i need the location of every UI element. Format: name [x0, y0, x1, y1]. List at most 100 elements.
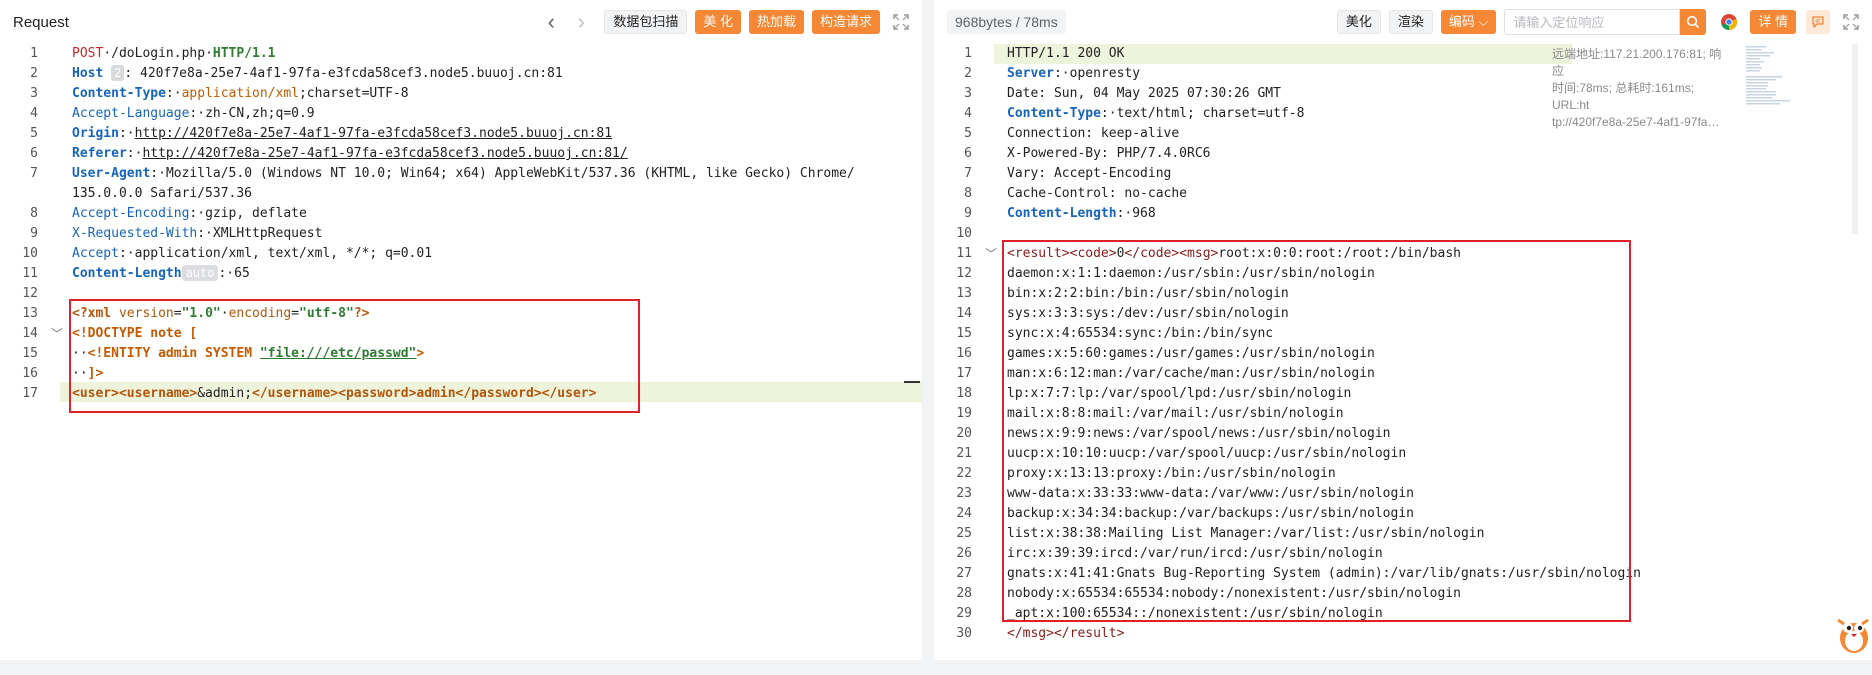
passwd-line: uucp:x:10:10:uucp:/var/spool/uucp:/usr/s…: [1007, 446, 1407, 461]
line-number: 8: [964, 186, 972, 201]
passwd-line: lp:x:7:7:lp:/var/spool/lpd:/usr/sbin/nol…: [1007, 386, 1352, 401]
passwd-line: daemon:x:1:1:daemon:/usr/sbin:/usr/sbin/…: [1007, 266, 1375, 281]
line-number: 5: [30, 126, 38, 141]
bottom-status-strip: [0, 660, 1872, 675]
code-line: Date: Sun, 04 May 2025 07:30:26 GMT: [1007, 86, 1281, 101]
code-line: Content-Length auto:·65: [72, 265, 250, 281]
xml-tag: <code>: [1069, 246, 1117, 261]
code-line: Content-Type:·application/xml;charset=UT…: [72, 86, 409, 101]
request-path: /doLogin.php: [111, 46, 206, 61]
comment-button[interactable]: [1806, 10, 1830, 34]
packet-scan-button[interactable]: 数据包扫描: [604, 10, 688, 34]
code-line: HTTP/1.1 200 OK: [1007, 46, 1125, 61]
line-number: 1: [30, 46, 38, 61]
passwd-line: bin:x:2:2:bin:/bin:/usr/sbin/nologin: [1007, 286, 1289, 301]
code-line: <user><username>&admin;</username><passw…: [72, 384, 596, 404]
meta-line: 时间:78ms; 总耗时:161ms; URL:ht: [1552, 81, 1695, 112]
fold-chevron-icon[interactable]: ﹀: [985, 244, 997, 264]
line-number: 4: [30, 106, 38, 121]
hotload-button[interactable]: 热加载: [748, 10, 804, 34]
meta-line: 远端地址:117.21.200.176:81; 响应: [1552, 47, 1722, 78]
origin-link[interactable]: http://420f7e8a-25e7-4af1-97fa-e3fcda58c…: [135, 126, 612, 141]
detail-button[interactable]: 详 情: [1750, 10, 1796, 34]
line-number: 6: [30, 146, 38, 161]
line-number: 14: [956, 306, 972, 321]
response-beautify-button[interactable]: 美化: [1336, 10, 1381, 34]
panel-divider[interactable]: [922, 0, 934, 660]
line-number: 13: [22, 306, 38, 321]
line-number: 3: [964, 86, 972, 101]
xml-decl-close: ?>: [353, 306, 370, 321]
line-number: 12: [956, 266, 972, 281]
code-minimap[interactable]: [1746, 46, 1834, 106]
search-icon: [1687, 15, 1700, 29]
code-line: Connection: keep-alive: [1007, 126, 1180, 141]
line-number: 2: [30, 66, 38, 81]
header-name: Content-Length: [72, 266, 182, 281]
line-number: 7: [30, 166, 38, 181]
xml-attr-value: "1.0": [181, 306, 221, 321]
line-number: 18: [956, 386, 972, 401]
referer-link[interactable]: http://420f7e8a-25e7-4af1-97fa-e3fcda58c…: [142, 146, 627, 161]
header-name: User-Agent: [72, 166, 151, 181]
passwd-line: list:x:38:38:Mailing List Manager:/var/l…: [1007, 526, 1485, 541]
line-number: 29: [956, 606, 972, 621]
back-arrow-icon[interactable]: ‹: [536, 11, 566, 33]
xml-tag: </msg></result>: [1007, 626, 1125, 641]
fold-chevron-icon[interactable]: ﹀: [51, 324, 63, 344]
line-number: 16: [956, 346, 972, 361]
line-number: 11: [956, 246, 972, 261]
line-number: 2: [964, 66, 972, 81]
encoding-dropdown[interactable]: 编码 ⌵: [1440, 10, 1497, 34]
code-line: 135.0.0.0 Safari/537.36: [72, 184, 252, 204]
passwd-line: news:x:9:9:news:/var/spool/news:/usr/sbi…: [1007, 426, 1391, 441]
construct-request-button[interactable]: 构造请求: [811, 10, 880, 34]
search-button[interactable]: [1680, 9, 1707, 35]
code-line: Host 2: 420f7e8a-25e7-4af1-97fa-e3fcda58…: [72, 65, 563, 81]
response-meta-info: 远端地址:117.21.200.176:81; 响应 时间:78ms; 总耗时:…: [1552, 46, 1727, 131]
mascot-icon[interactable]: [1834, 610, 1872, 656]
line-number: 20: [956, 426, 972, 441]
response-toolbar: 968bytes / 78ms 美化 渲染 编码 ⌵ 详 情: [934, 0, 1872, 44]
passwd-line: _apt:x:100:65534::/nonexistent:/usr/sbin…: [1007, 606, 1383, 621]
doctype-close: ]>: [87, 366, 104, 381]
passwd-line: backup:x:34:34:backup:/var/backups:/usr/…: [1007, 506, 1414, 521]
entity-reference: &admin;: [197, 386, 253, 401]
passwd-line: proxy:x:13:13:proxy:/bin:/usr/sbin/nolog…: [1007, 466, 1336, 481]
passwd-line: man:x:6:12:man:/var/cache/man:/usr/sbin/…: [1007, 366, 1375, 381]
header-value: XMLHttpRequest: [212, 226, 323, 241]
request-editor[interactable]: 1 POST·/doLogin.php·HTTP/1.1 2 Host 2: 420…: [0, 44, 922, 660]
code-line: <!DOCTYPE note [: [72, 324, 197, 344]
header-name: Origin: [72, 126, 119, 141]
fullscreen-icon[interactable]: [890, 11, 912, 33]
line-number: 1: [964, 46, 972, 61]
line-number: 25: [956, 526, 972, 541]
passwd-line: www-data:x:33:33:www-data:/var/www:/usr/…: [1007, 486, 1414, 501]
header-name: Accept-Language: [72, 106, 190, 121]
code-line: <?xml version="1.0"·encoding="utf-8"?>: [72, 306, 370, 321]
xml-decl-open: <?xml: [72, 306, 119, 321]
passwd-line: root:x:0:0:root:/root:/bin/bash: [1218, 246, 1461, 261]
response-scrollbar[interactable]: [1852, 44, 1858, 234]
response-editor[interactable]: 1 HTTP/1.1 200 OK 2 Server:·openresty 3 Dat…: [934, 44, 1872, 660]
xml-attr-value: "utf-8": [299, 306, 354, 321]
chrome-icon[interactable]: [1720, 13, 1738, 31]
forward-arrow-icon[interactable]: ›: [566, 11, 596, 33]
line-number: 17: [956, 366, 972, 381]
line-number: 9: [30, 226, 38, 241]
line-number: 23: [956, 486, 972, 501]
header-value: Mozilla/5.0 (Windows NT 10.0; Win64; x64…: [165, 166, 855, 181]
auto-length-badge[interactable]: auto: [181, 265, 219, 281]
locate-response-input[interactable]: [1504, 9, 1681, 35]
render-button[interactable]: 渲染: [1388, 10, 1433, 34]
code-line: Referer:·http://420f7e8a-25e7-4af1-97fa-…: [72, 146, 628, 161]
passwd-line: irc:x:39:39:ircd:/var/run/ircd:/usr/sbin…: [1007, 546, 1383, 561]
code-line: Accept-Encoding:·gzip, deflate: [72, 206, 307, 221]
response-size-tag: 968bytes / 78ms: [947, 10, 1066, 34]
header-name: Content-Type: [72, 86, 166, 101]
line-number: 9: [964, 206, 972, 221]
beautify-button[interactable]: 美 化: [695, 10, 741, 34]
header-name: Accept-Encoding: [72, 206, 190, 221]
code-line: Cache-Control: no-cache: [1007, 186, 1188, 201]
fullscreen-icon[interactable]: [1840, 11, 1862, 33]
